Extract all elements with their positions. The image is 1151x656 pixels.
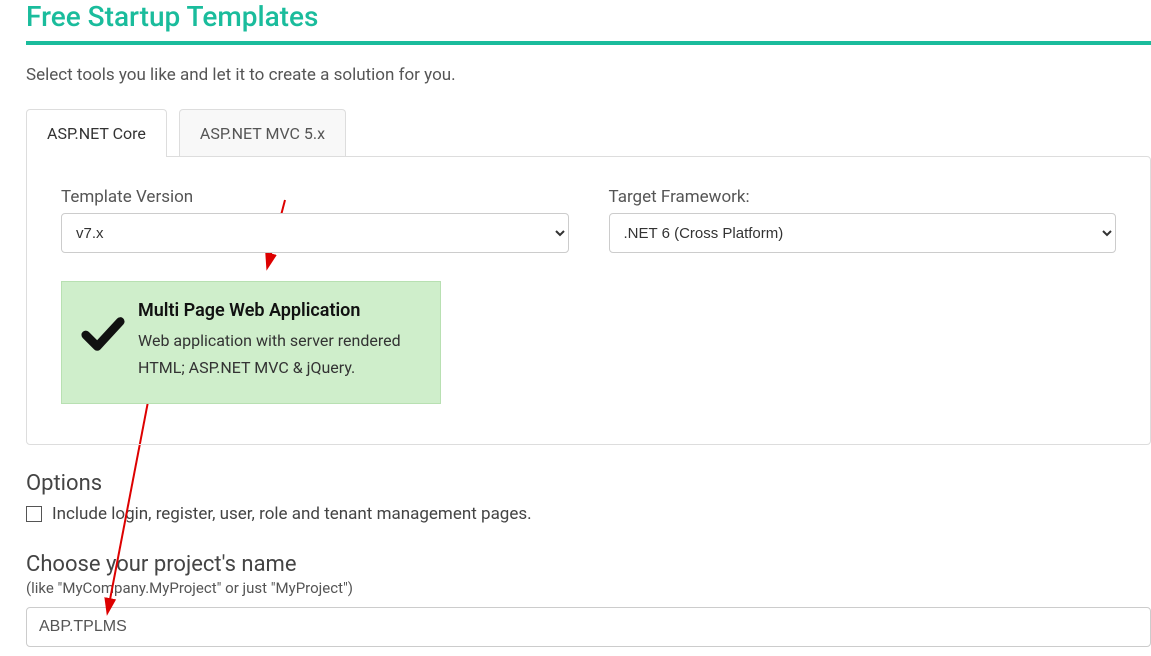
title-underline <box>26 41 1151 45</box>
target-framework-select[interactable]: .NET 6 (Cross Platform) <box>609 213 1117 253</box>
options-heading: Options <box>26 471 1151 496</box>
project-name-hint: (like "MyCompany.MyProject" or just "MyP… <box>26 579 1151 597</box>
tab-aspnet-mvc5[interactable]: ASP.NET MVC 5.x <box>179 109 346 157</box>
tabs: ASP.NET Core ASP.NET MVC 5.x <box>26 109 1151 157</box>
template-card-multipage[interactable]: Multi Page Web Application Web applicati… <box>61 281 441 404</box>
tab-aspnet-core[interactable]: ASP.NET Core <box>26 109 167 157</box>
template-version-label: Template Version <box>61 187 569 207</box>
page-subtitle: Select tools you like and let it to crea… <box>26 65 1151 85</box>
check-icon <box>80 310 126 356</box>
tab-content: Template Version v7.x Target Framework: … <box>26 156 1151 445</box>
template-version-group: Template Version v7.x <box>61 187 569 253</box>
project-name-section: Choose your project's name (like "MyComp… <box>26 552 1151 647</box>
project-name-heading: Choose your project's name <box>26 552 1151 577</box>
options-section: Options Include login, register, user, r… <box>26 471 1151 524</box>
checkbox-icon <box>26 506 42 522</box>
template-version-select[interactable]: v7.x <box>61 213 569 253</box>
include-login-label: Include login, register, user, role and … <box>52 504 532 524</box>
project-name-input[interactable] <box>26 607 1151 647</box>
include-login-checkbox-row[interactable]: Include login, register, user, role and … <box>26 504 1151 524</box>
target-framework-group: Target Framework: .NET 6 (Cross Platform… <box>609 187 1117 253</box>
template-card-title: Multi Page Web Application <box>138 300 418 321</box>
template-card-description: Web application with server rendered HTM… <box>138 327 418 381</box>
template-card-text: Multi Page Web Application Web applicati… <box>138 300 418 381</box>
target-framework-label: Target Framework: <box>609 187 1117 207</box>
page-title: Free Startup Templates <box>26 0 1151 33</box>
